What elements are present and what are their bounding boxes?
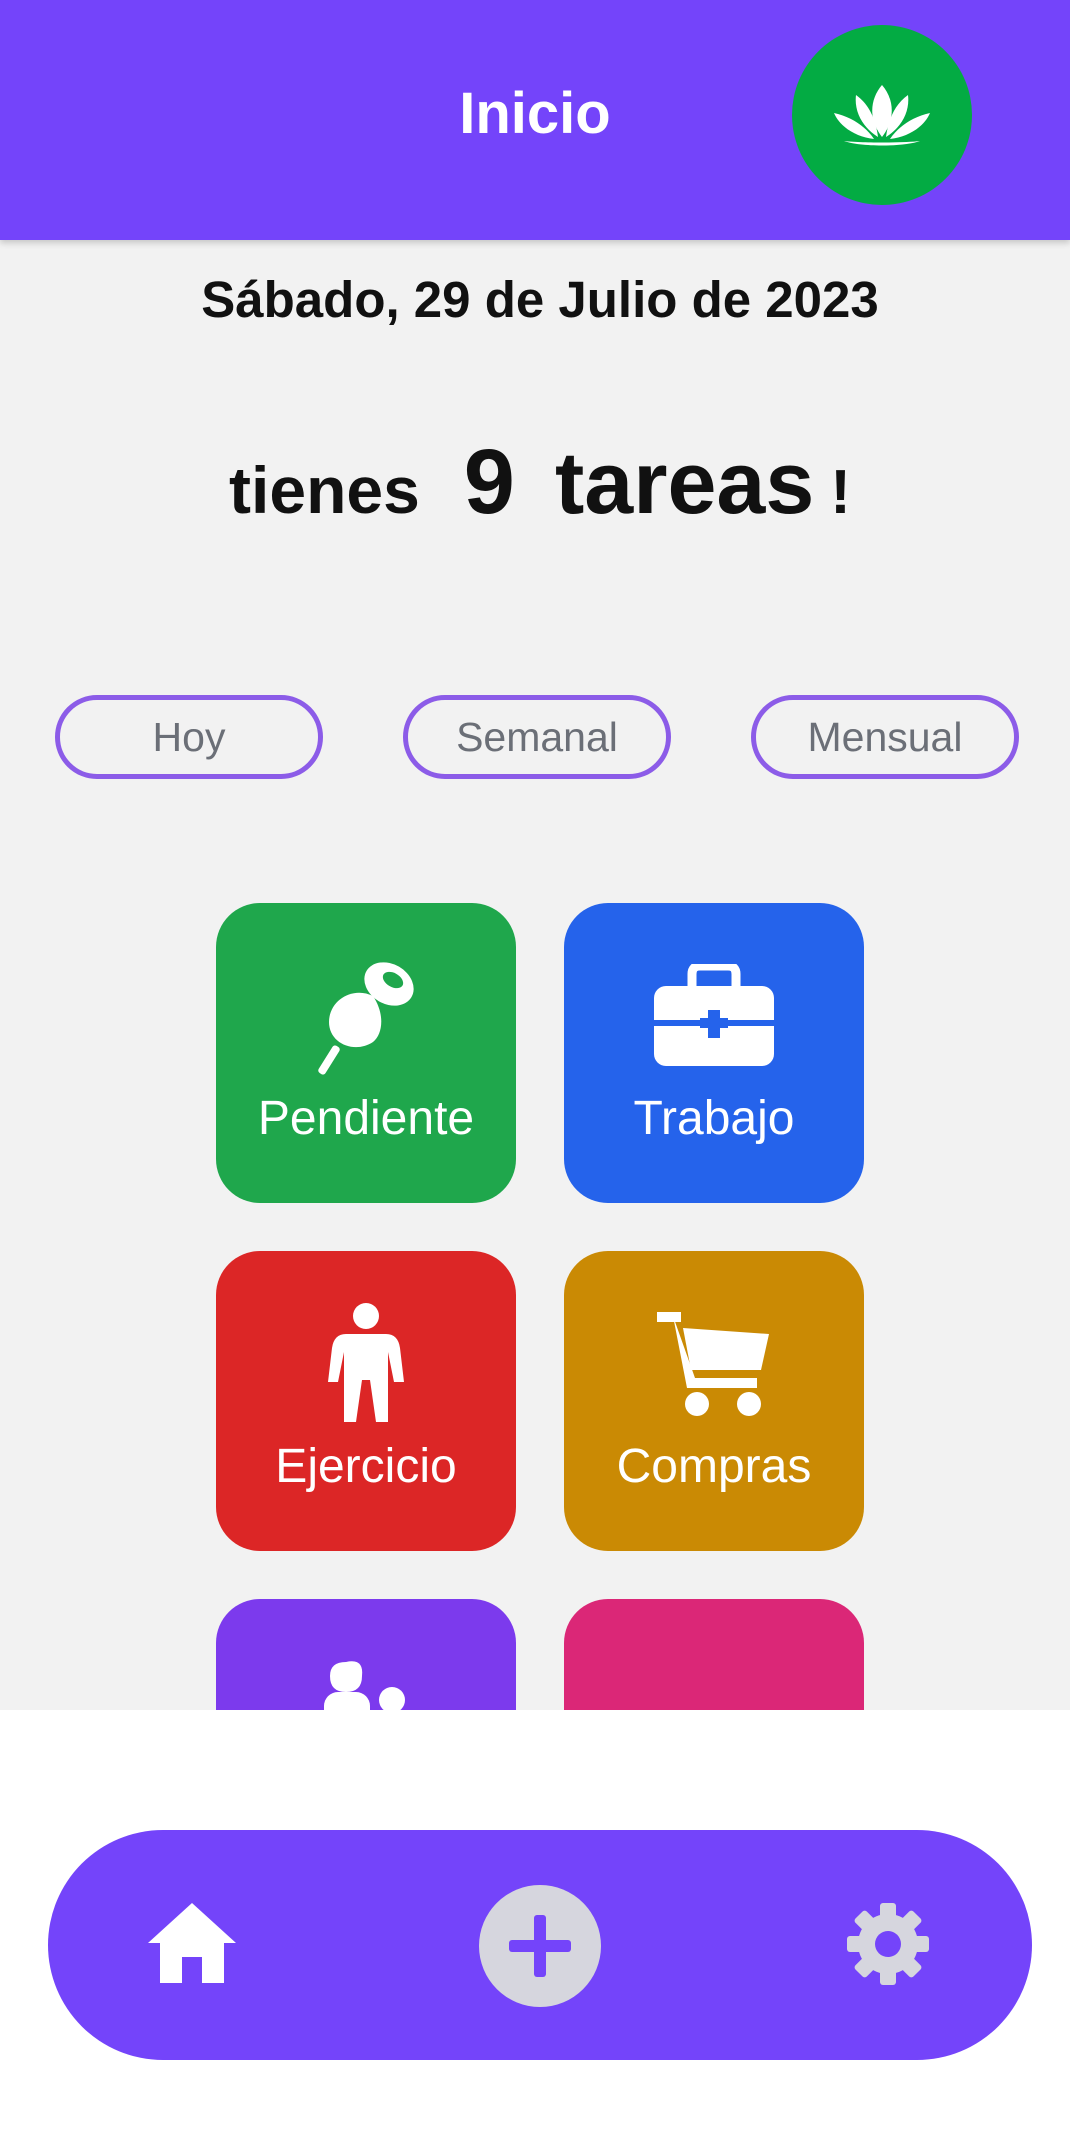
category-label: Pendiente bbox=[257, 1092, 475, 1145]
category-trabajo[interactable]: Trabajo bbox=[564, 903, 864, 1203]
filter-weekly-button[interactable]: Semanal bbox=[403, 695, 671, 779]
category-compras[interactable]: Compras bbox=[564, 1251, 864, 1551]
category-pendiente[interactable]: Pendiente bbox=[216, 903, 516, 1203]
avatar[interactable] bbox=[792, 25, 972, 205]
cart-icon bbox=[657, 1312, 769, 1416]
task-summary: tienes 9 tareas! bbox=[0, 430, 1070, 535]
app-header: Inicio bbox=[0, 0, 1070, 240]
task-count: 9 bbox=[463, 431, 515, 533]
category-label: Compras bbox=[616, 1440, 812, 1493]
summary-suffix: ! bbox=[830, 458, 851, 527]
summary-prefix: tienes bbox=[229, 453, 420, 527]
person-icon bbox=[328, 1303, 404, 1422]
nav-settings-button[interactable] bbox=[844, 1900, 932, 1988]
toolbox-icon bbox=[654, 964, 774, 1066]
pushpin-icon bbox=[318, 962, 414, 1075]
add-icon bbox=[509, 1915, 571, 1977]
summary-word: tareas bbox=[554, 433, 815, 532]
current-date: Sábado, 29 de Julio de 2023 bbox=[201, 271, 879, 328]
category-label: Trabajo bbox=[633, 1092, 795, 1145]
filter-monthly-button[interactable]: Mensual bbox=[751, 695, 1019, 779]
home-icon bbox=[148, 1903, 236, 1983]
nav-add-button[interactable] bbox=[479, 1885, 601, 2007]
category-label: Ejercicio bbox=[275, 1440, 457, 1493]
gear-icon bbox=[847, 1903, 929, 1985]
bottom-navigation bbox=[48, 1830, 1032, 2060]
lotus-icon bbox=[834, 85, 930, 146]
filter-today-button[interactable]: Hoy bbox=[55, 695, 323, 779]
nav-home-button[interactable] bbox=[144, 1898, 240, 1988]
category-ejercicio[interactable]: Ejercicio bbox=[216, 1251, 516, 1551]
